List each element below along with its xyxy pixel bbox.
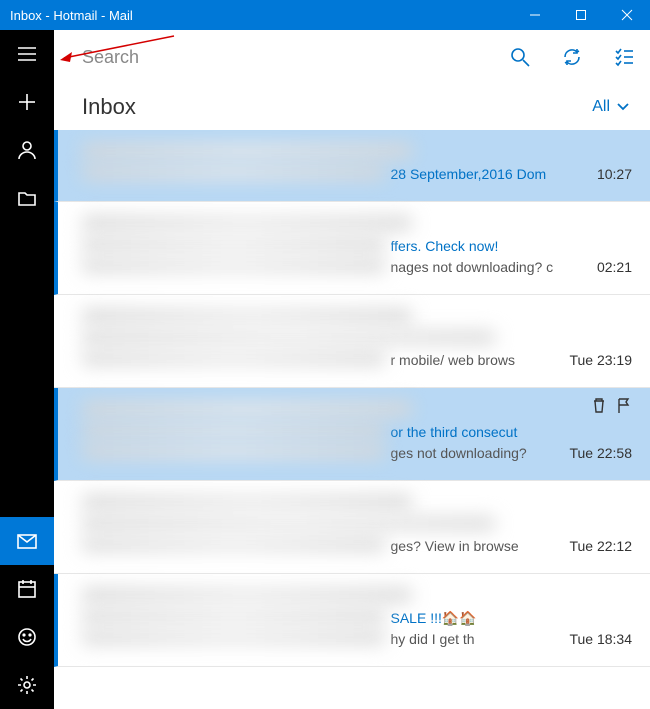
- message-preview: hy did I get th: [391, 631, 558, 647]
- message-subject: SALE !!!🏠🏠: [391, 610, 633, 627]
- hamburger-button[interactable]: [0, 30, 54, 78]
- redacted-preview: [82, 631, 385, 644]
- feedback-button[interactable]: [0, 613, 54, 661]
- accounts-button[interactable]: [0, 126, 54, 174]
- window-title: Inbox - Hotmail - Mail: [10, 8, 512, 23]
- message-item[interactable]: ffers. Check now! nages not downloading? …: [54, 202, 650, 295]
- redacted-preview: [82, 445, 385, 458]
- message-item[interactable]: ges? View in browse Tue 22:12: [54, 481, 650, 574]
- flag-icon[interactable]: [614, 396, 632, 419]
- message-time: Tue 22:12: [569, 538, 632, 554]
- settings-button[interactable]: [0, 661, 54, 709]
- message-time: 10:27: [597, 166, 632, 182]
- search-input[interactable]: Search: [54, 47, 494, 68]
- message-time: Tue 18:34: [569, 631, 632, 647]
- toolbar: Search: [54, 30, 650, 84]
- message-list[interactable]: 28 September,2016 Dom 10:27 ffers. Check n…: [54, 130, 650, 709]
- message-time: 02:21: [597, 259, 632, 275]
- chevron-down-icon: [616, 100, 630, 114]
- search-placeholder: Search: [82, 47, 139, 68]
- sync-icon[interactable]: [546, 30, 598, 84]
- redacted-preview: [82, 538, 385, 551]
- mail-view-button[interactable]: [0, 517, 54, 565]
- message-actions: [590, 396, 632, 419]
- redacted-subject: [82, 238, 385, 251]
- message-subject: ffers. Check now!: [391, 238, 633, 254]
- message-item[interactable]: SALE !!!🏠🏠 hy did I get th Tue 18:34: [54, 574, 650, 667]
- redacted-sender: [82, 588, 412, 602]
- redacted-sender: [82, 309, 412, 323]
- redacted-sender: [82, 144, 412, 158]
- minimize-button[interactable]: [512, 0, 558, 30]
- message-subject: or the third consecut: [391, 424, 633, 440]
- new-mail-button[interactable]: [0, 78, 54, 126]
- message-subject: 28 September,2016 Dom: [391, 166, 585, 182]
- message-time: Tue 23:19: [569, 352, 632, 368]
- delete-icon[interactable]: [590, 396, 608, 419]
- redacted-subject: [82, 517, 495, 530]
- message-item[interactable]: 28 September,2016 Dom 10:27: [54, 130, 650, 202]
- message-time: Tue 22:58: [569, 445, 632, 461]
- close-button[interactable]: [604, 0, 650, 30]
- nav-rail: [0, 30, 54, 709]
- redacted-sender: [82, 402, 412, 416]
- redacted-sender: [82, 495, 412, 509]
- message-preview: ges? View in browse: [391, 538, 558, 554]
- folders-button[interactable]: [0, 174, 54, 222]
- message-item[interactable]: or the third consecut ges not downloading…: [54, 388, 650, 481]
- folder-name: Inbox: [82, 94, 136, 120]
- redacted-subject: [82, 610, 385, 623]
- titlebar[interactable]: Inbox - Hotmail - Mail: [0, 0, 650, 30]
- message-preview: ges not downloading?: [391, 445, 558, 461]
- redacted-preview: [82, 352, 385, 365]
- message-preview: r mobile/ web brows: [391, 352, 558, 368]
- redacted-preview: [82, 259, 385, 272]
- message-preview: nages not downloading? c: [391, 259, 585, 275]
- maximize-button[interactable]: [558, 0, 604, 30]
- search-icon[interactable]: [494, 30, 546, 84]
- message-item[interactable]: r mobile/ web brows Tue 23:19: [54, 295, 650, 388]
- redacted-subject: [82, 166, 385, 179]
- redacted-subject: [82, 424, 385, 437]
- redacted-sender: [82, 216, 412, 230]
- redacted-subject: [82, 331, 495, 344]
- filter-label: All: [592, 98, 610, 116]
- filter-dropdown[interactable]: All: [592, 98, 630, 116]
- calendar-view-button[interactable]: [0, 565, 54, 613]
- select-mode-icon[interactable]: [598, 30, 650, 84]
- folder-header: Inbox All: [54, 84, 650, 130]
